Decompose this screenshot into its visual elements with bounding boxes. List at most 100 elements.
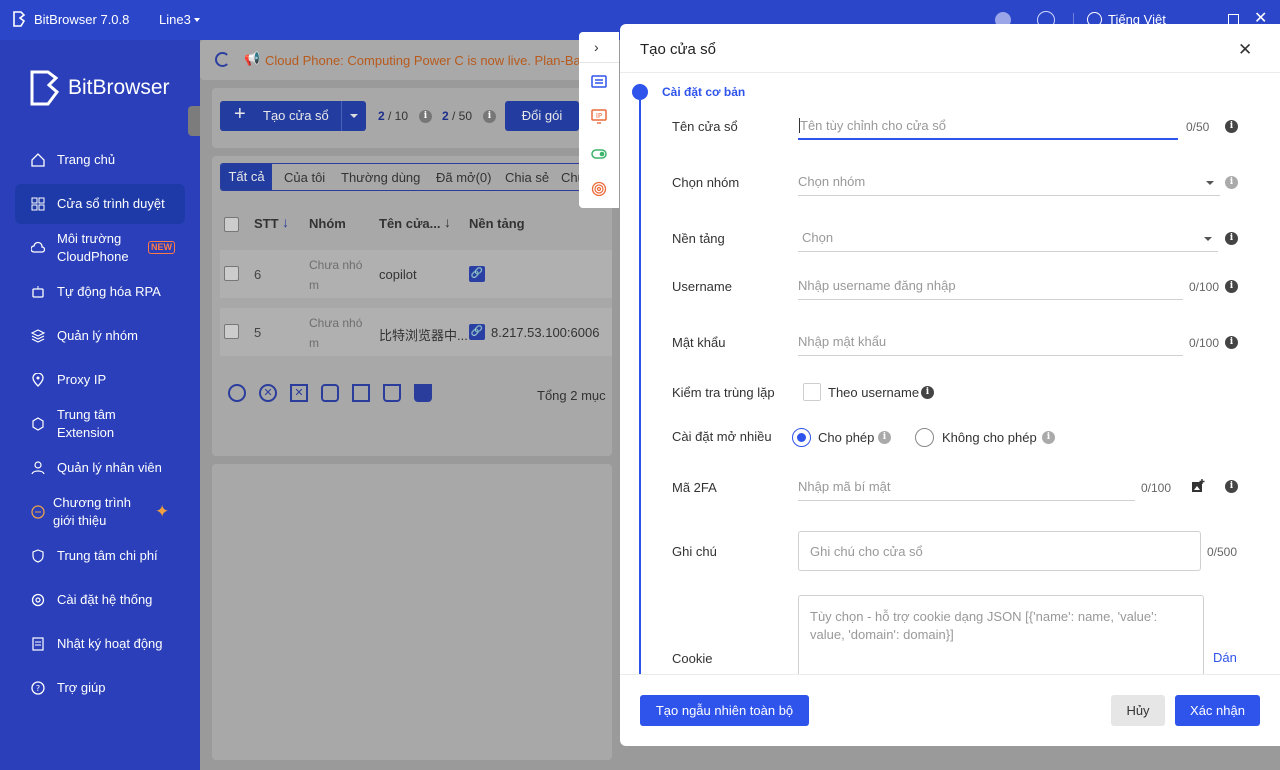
sidebar-item-home[interactable]: Trang chủ (15, 140, 185, 180)
info-icon: i (1042, 431, 1055, 444)
column-stt[interactable]: STT (254, 216, 279, 231)
sidebar-item-browser-windows[interactable]: Cửa sổ trình duyệt (15, 184, 185, 224)
divider (341, 101, 342, 131)
password-count: 0/100 (1189, 336, 1220, 350)
chevron-down-icon[interactable] (350, 114, 358, 118)
megaphone-icon: 📢 (244, 51, 261, 66)
delete-icon[interactable] (414, 384, 432, 402)
row-checkbox[interactable] (224, 266, 239, 281)
note-label: Ghi chú (672, 544, 717, 559)
sidebar-item-label: Môi trường CloudPhone (57, 231, 129, 264)
note-count: 0/500 (1207, 545, 1238, 559)
tab-all[interactable]: Tất cả (221, 164, 272, 190)
sort-arrow-icon[interactable]: ↓ (282, 214, 289, 230)
qr-upload-icon[interactable] (1191, 479, 1205, 493)
note-input[interactable]: Ghi chú cho cửa sổ (798, 531, 1201, 571)
create-window-dialog: Tạo cửa sổ ✕ Cài đặt cơ bản Tên cửa sổ T… (620, 24, 1280, 746)
chevron-right-icon[interactable]: › (594, 39, 599, 55)
password-input[interactable]: Nhập mật khẩu (798, 330, 1183, 356)
announcement-text[interactable]: Cloud Phone: Computing Power C is now li… (265, 53, 587, 68)
dialog-title: Tạo cửa sổ (640, 41, 716, 58)
tab-frequent[interactable]: Thường dùng (341, 170, 420, 185)
platform-select[interactable]: Chọn (798, 226, 1218, 252)
select-all-checkbox[interactable] (224, 217, 239, 232)
multi-open-deny-label: Không cho phép (942, 430, 1037, 445)
sidebar-item-rpa[interactable]: Tự động hóa RPA (15, 272, 185, 312)
sidebar-item-extension[interactable]: Trung tâm Extension (15, 404, 185, 444)
info-icon: i (1225, 232, 1238, 245)
upgrade-plan-button[interactable]: Đổi gói (505, 101, 579, 131)
table-row[interactable]: 6 Chưa nhó m copilot 🔗 (220, 250, 612, 298)
fingerprint-icon[interactable] (591, 181, 607, 197)
window-arrange-icon[interactable] (352, 384, 370, 402)
new-badge: NEW (148, 241, 175, 254)
platform-placeholder: Chọn (802, 230, 834, 245)
open-all-icon[interactable] (228, 384, 246, 402)
collapse-sidebar-handle[interactable] (188, 106, 200, 136)
toggle-settings-icon[interactable] (591, 146, 607, 162)
robot-action-icon[interactable] (321, 384, 339, 402)
sidebar-item-settings[interactable]: Cài đặt hệ thống (15, 580, 185, 620)
close-all-icon[interactable]: ✕ (259, 384, 277, 402)
tab-mine[interactable]: Của tôi (284, 170, 325, 185)
close-box-icon[interactable]: ✕ (290, 384, 308, 402)
sidebar-item-cloudphone[interactable]: Môi trường CloudPhone NEW (15, 228, 185, 268)
sidebar-item-help[interactable]: ? Trợ giúp (15, 668, 185, 708)
trash-recycle-icon[interactable] (383, 384, 401, 402)
paste-cookie-link[interactable]: Dán (1213, 650, 1237, 665)
refresh-icon[interactable] (215, 52, 230, 67)
row-name[interactable]: copilot (379, 267, 417, 282)
info-icon: i (483, 110, 496, 123)
line-selector[interactable]: Line3 (159, 12, 191, 27)
window-count-limit: / 10 (388, 109, 409, 123)
window-name-input[interactable]: Tên tùy chỉnh cho cửa sổ (798, 114, 1178, 140)
radio-dot (796, 432, 806, 442)
group-select[interactable]: Chọn nhóm (798, 170, 1220, 196)
link-icon[interactable]: 🔗 (469, 324, 485, 340)
cancel-button[interactable]: Hủy (1111, 695, 1165, 726)
ip-settings-icon[interactable]: IP (591, 108, 607, 124)
row-stt: 6 (254, 267, 262, 282)
sidebar-item-label: Chương trình giới thiệu (53, 495, 131, 528)
batch-actions: ✕ ✕ (228, 384, 438, 404)
random-all-button[interactable]: Tạo ngẫu nhiên toàn bộ (640, 695, 809, 726)
duplicate-check-checkbox[interactable] (803, 383, 821, 401)
sidebar-item-staff[interactable]: Quản lý nhân viên (15, 448, 185, 488)
sidebar-item-label: Proxy IP (57, 372, 107, 387)
total-count: Tổng 2 mục (537, 388, 606, 403)
tab-shared[interactable]: Chia sẻ (505, 170, 549, 185)
row-name[interactable]: 比特浏览器中... (379, 325, 468, 344)
sidebar-item-referral[interactable]: Chương trình giới thiệu ✦ (15, 492, 185, 532)
help-icon: ? (31, 681, 45, 695)
twofa-input[interactable]: Nhập mã bí mật (798, 475, 1135, 501)
link-icon[interactable]: 🔗 (469, 266, 485, 282)
sidebar-item-label: Trung tâm Extension (57, 407, 116, 440)
sidebar-item-proxy[interactable]: Proxy IP (15, 360, 185, 400)
sidebar-item-billing[interactable]: Trung tâm chi phí (15, 536, 185, 576)
cloud-phone-icon (31, 241, 45, 253)
sidebar-item-activity-log[interactable]: Nhật ký hoạt động (15, 624, 185, 664)
note-placeholder: Ghi chú cho cửa sổ (810, 544, 923, 559)
row-checkbox[interactable] (224, 324, 239, 339)
toolbar: + Tạo cửa sổ 2 / 10 i 2 / 50 i Đổi gói (212, 88, 612, 148)
multi-open-deny-radio[interactable] (915, 428, 934, 447)
info-icon: i (921, 386, 934, 399)
svg-text:?: ? (36, 684, 40, 693)
sidebar-item-groups[interactable]: Quản lý nhóm (15, 316, 185, 356)
create-window-button[interactable]: + Tạo cửa sổ (220, 101, 366, 131)
sort-arrow-icon[interactable]: ↓ (444, 214, 451, 230)
multi-open-allow-radio[interactable] (792, 428, 811, 447)
chevron-down-icon (1204, 237, 1212, 241)
cookie-input[interactable]: Tùy chọn - hỗ trợ cookie dạng JSON [{'na… (798, 595, 1204, 674)
twofa-count: 0/100 (1141, 481, 1172, 495)
tab-opened[interactable]: Đã mở(0) (436, 170, 491, 185)
username-input[interactable]: Nhập username đăng nhập (798, 274, 1183, 300)
username-count: 0/100 (1189, 280, 1220, 294)
confirm-button[interactable]: Xác nhận (1175, 695, 1260, 726)
basic-settings-icon[interactable] (591, 74, 607, 90)
close-icon[interactable]: ✕ (1238, 40, 1252, 60)
user-icon (31, 461, 45, 475)
table-row[interactable]: 5 Chưa nhó m 比特浏览器中... 🔗 8.217.53.100:60… (220, 308, 612, 356)
form-scroll-area[interactable]: Tên cửa sổ Tên tùy chỉnh cho cửa sổ 0/50… (620, 110, 1280, 674)
platform-label: Nền tảng (672, 231, 725, 246)
